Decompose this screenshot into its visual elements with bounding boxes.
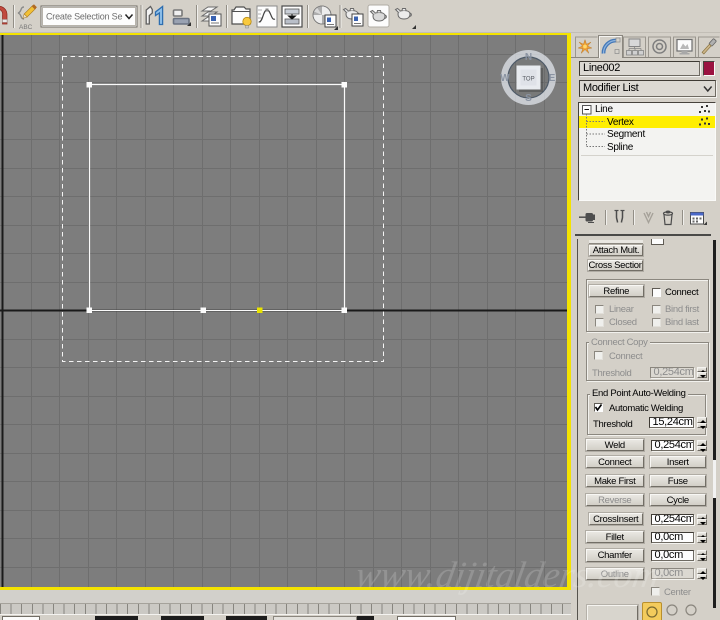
svg-text:W: W — [500, 73, 510, 84]
svg-text:S: S — [525, 93, 532, 104]
svg-text:TOP: TOP — [522, 77, 534, 83]
svg-text:ABC: ABC — [19, 24, 33, 31]
svg-text:N: N — [525, 52, 532, 63]
svg-text:E: E — [549, 73, 556, 84]
svg-text:Create Selection Se: Create Selection Se — [46, 12, 122, 22]
